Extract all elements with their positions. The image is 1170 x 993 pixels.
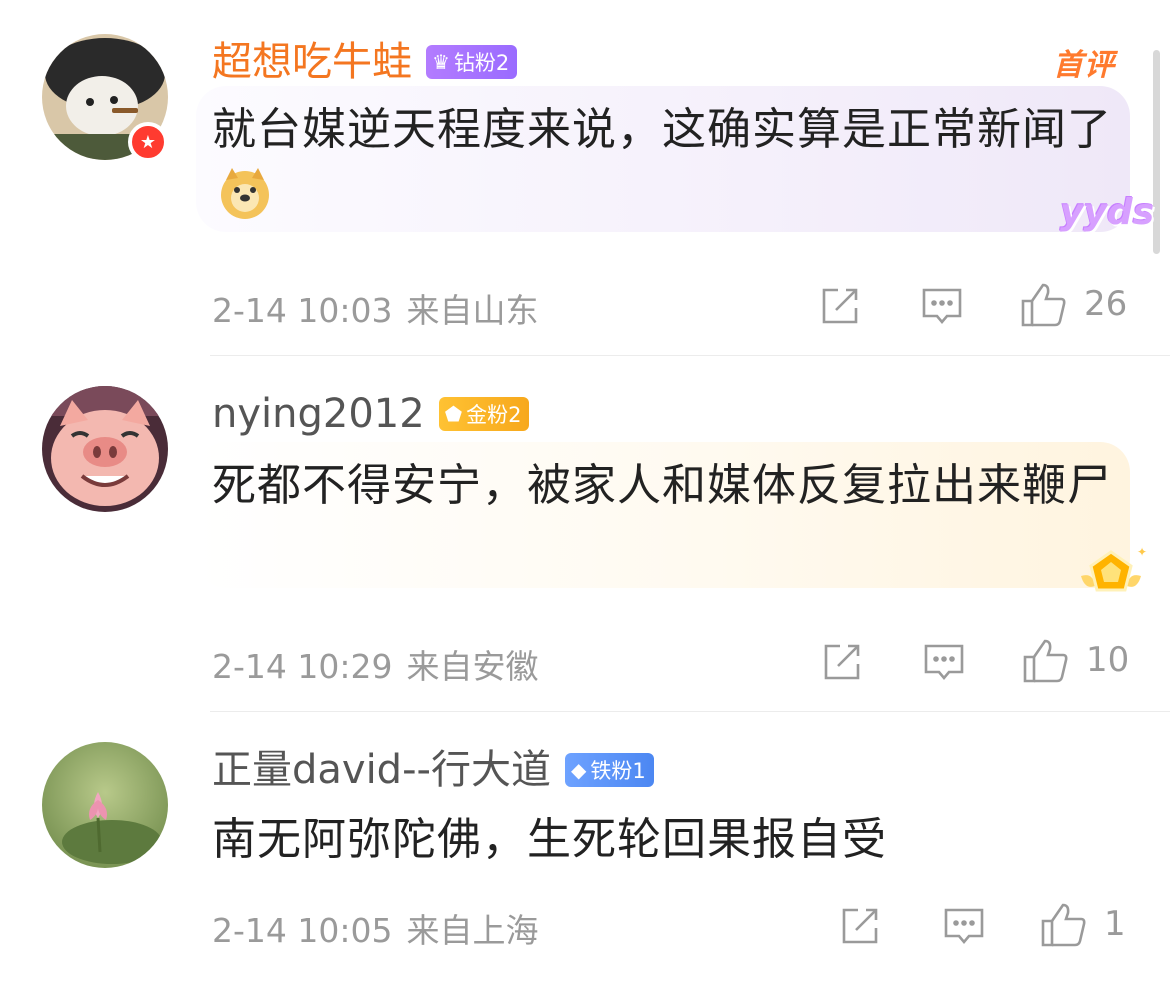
- comment-text: 南无阿弥陀佛，生死轮回果报自受: [212, 814, 887, 865]
- share-button[interactable]: [820, 640, 864, 684]
- yyds-sticker: yyds: [1060, 192, 1155, 233]
- first-comment-tag: 首评: [1053, 48, 1115, 83]
- timestamp: 2-14 10:05: [212, 911, 393, 950]
- username[interactable]: nying2012: [212, 384, 425, 444]
- pentagon-icon: ⬟: [444, 402, 463, 426]
- gold-star-badge-icon: ✦: [1081, 546, 1147, 592]
- username[interactable]: 正量david--行大道: [212, 740, 551, 800]
- timestamp: 2-14 10:03: [212, 291, 393, 330]
- comment-text: 死都不得安宁，被家人和媒体反复拉出来鞭尸: [212, 460, 1112, 511]
- username-row: 正量david--行大道 ◆ 铁粉1: [212, 740, 654, 800]
- location: 来自安徽: [406, 647, 539, 686]
- doge-emoji-icon: [221, 168, 269, 219]
- thumbs-up-icon: [1023, 639, 1068, 683]
- reply-button[interactable]: [920, 284, 964, 328]
- comment-meta: 2-14 10:03 来自山东: [212, 284, 539, 332]
- comment-meta: 2-14 10:29 来自安徽: [212, 640, 539, 688]
- like-button[interactable]: [1018, 280, 1068, 330]
- share-icon: [824, 644, 860, 680]
- username[interactable]: 超想吃牛蛙: [212, 32, 412, 92]
- username-row: 超想吃牛蛙 ♛ 钻粉2: [212, 32, 518, 92]
- location: 来自上海: [406, 911, 539, 950]
- reply-button[interactable]: [922, 640, 966, 684]
- comment-icon: [944, 908, 984, 945]
- comment-meta: 2-14 10:05 来自上海: [212, 904, 539, 952]
- svg-text:✦: ✦: [1137, 546, 1147, 559]
- comment-text: 就台媒逆天程度来说，这确实算是正常新闻了: [212, 97, 1112, 229]
- like-count: 1: [1104, 904, 1126, 944]
- fan-level-label: 钻粉2: [453, 51, 510, 75]
- timestamp: 2-14 10:29: [212, 647, 393, 686]
- username-row: nying2012 ⬟ 金粉2: [212, 384, 530, 444]
- divider: [210, 711, 1170, 712]
- fan-level-label: 铁粉1: [590, 759, 646, 783]
- comment-text-content: 就台媒逆天程度来说，这确实算是正常新闻了: [212, 104, 1112, 155]
- like-button[interactable]: [1020, 636, 1070, 686]
- fan-level-badge[interactable]: ⬟ 金粉2: [438, 397, 530, 431]
- like-button[interactable]: [1038, 900, 1088, 950]
- comment-icon: [922, 288, 962, 325]
- fan-level-badge[interactable]: ◆ 铁粉1: [564, 753, 654, 787]
- avatar[interactable]: [42, 386, 168, 512]
- share-button[interactable]: [818, 284, 862, 328]
- share-icon: [822, 288, 858, 324]
- location: 来自山东: [406, 291, 539, 330]
- thumbs-up-icon: [1041, 903, 1086, 947]
- reply-button[interactable]: [942, 904, 986, 948]
- comment-item: ★ 超想吃牛蛙 ♛ 钻粉2 首评 就台媒逆天程度来说，这确实算是正常新闻了 yy…: [0, 0, 1170, 357]
- share-icon: [842, 908, 878, 944]
- fan-level-badge[interactable]: ♛ 钻粉2: [426, 45, 518, 79]
- fan-level-label: 金粉2: [466, 403, 522, 427]
- share-button[interactable]: [838, 904, 882, 948]
- like-count: 10: [1086, 640, 1130, 680]
- verified-badge-icon: ★: [128, 122, 168, 162]
- like-count: 26: [1084, 284, 1128, 324]
- comment-icon: [924, 644, 964, 681]
- avatar[interactable]: [42, 742, 168, 868]
- diamond-icon: ◆: [570, 758, 587, 782]
- divider: [210, 355, 1170, 356]
- crown-icon: ♛: [432, 50, 450, 74]
- thumbs-up-icon: [1021, 283, 1066, 327]
